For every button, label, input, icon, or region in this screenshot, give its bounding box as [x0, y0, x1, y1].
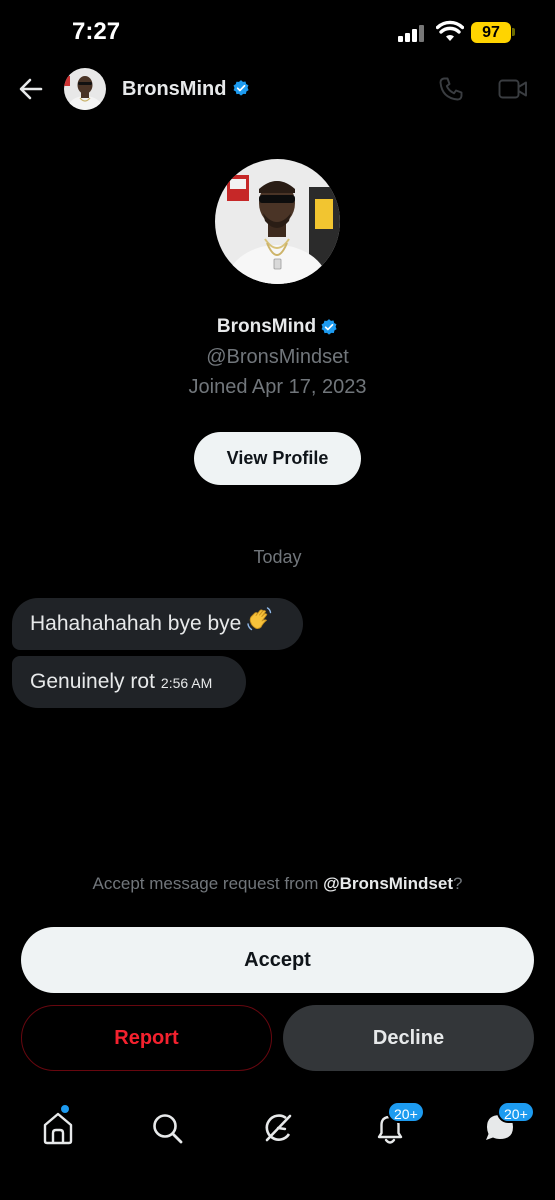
header-display-name[interactable]: BronsMind: [122, 78, 226, 101]
cellular-signal-icon: [398, 24, 428, 42]
bottom-navigation: [0, 1090, 555, 1200]
notifications-badge: 20+: [387, 1101, 425, 1123]
report-button[interactable]: Report: [21, 1005, 272, 1071]
messages-badge: 20+: [497, 1101, 535, 1123]
decline-button[interactable]: Decline: [283, 1005, 534, 1071]
request-prompt-handle[interactable]: @BronsMindset: [323, 874, 453, 893]
verified-badge-icon: [321, 319, 337, 335]
conversation-header: BronsMind: [0, 64, 555, 116]
battery-tip: [512, 28, 515, 36]
accept-button[interactable]: Accept: [21, 927, 534, 993]
profile-display-row: BronsMind: [0, 316, 555, 338]
verified-badge-icon: [233, 80, 249, 96]
profile-handle: @BronsMindset: [206, 346, 349, 368]
back-arrow-icon[interactable]: [18, 76, 44, 102]
grok-icon[interactable]: [258, 1108, 298, 1148]
waving-hand-icon: [247, 607, 272, 631]
header-avatar[interactable]: [64, 68, 106, 110]
profile-joined-date: Joined Apr 17, 2023: [188, 376, 367, 398]
profile-avatar[interactable]: [215, 159, 340, 284]
day-separator: Today: [253, 547, 302, 567]
search-icon[interactable]: [147, 1108, 187, 1148]
home-unread-dot: [60, 1104, 70, 1114]
message-bubble[interactable]: Genuinely rot 2:56 AM: [12, 656, 246, 708]
home-icon[interactable]: [38, 1108, 78, 1148]
request-prompt-prefix: Accept message request from: [92, 874, 324, 893]
message-timestamp: 2:56 AM: [160, 675, 213, 691]
message-text: Hahahahahah bye bye: [30, 612, 242, 635]
message-text: Genuinely rot: [30, 670, 155, 693]
view-profile-button[interactable]: View Profile: [194, 432, 361, 485]
message-bubble[interactable]: Hahahahahah bye bye: [12, 598, 303, 650]
battery-indicator: 97: [471, 22, 511, 43]
phone-call-icon[interactable]: [438, 76, 464, 102]
video-call-icon[interactable]: [498, 77, 528, 101]
status-bar: 7:27 97: [0, 0, 555, 64]
profile-display-name: BronsMind: [216, 316, 317, 337]
message-request-prompt: Accept message request from @BronsMindse…: [0, 874, 555, 894]
wifi-icon: [436, 20, 464, 41]
request-prompt-suffix: ?: [453, 874, 463, 893]
status-time: 7:27: [72, 18, 121, 45]
